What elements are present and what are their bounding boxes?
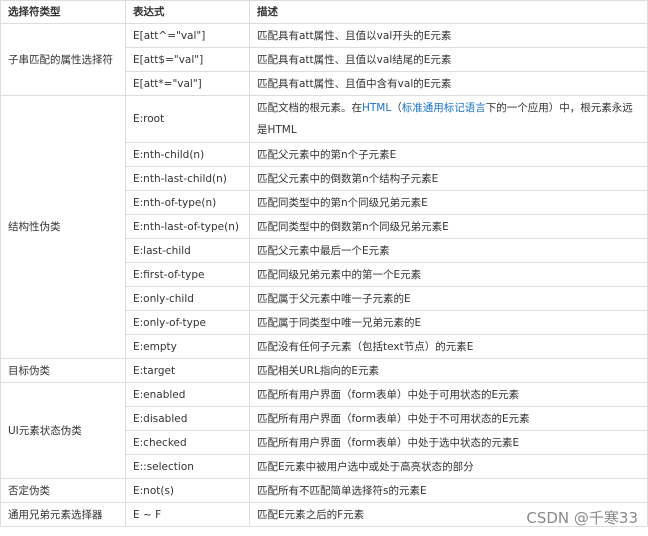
expression-cell: E:only-child	[125, 286, 250, 311]
selector-type-cell: 目标伪类	[0, 358, 126, 383]
expression-cell: E:last-child	[125, 238, 250, 263]
expression-cell: E ~ F	[125, 502, 250, 527]
expression-cell: E:nth-child(n)	[125, 142, 250, 167]
description-cell: 匹配E元素中被用户选中或处于高亮状态的部分	[249, 454, 648, 479]
expression-cell: E:enabled	[125, 382, 250, 407]
description-text: 匹配文档的根元素。在	[257, 102, 362, 114]
expression-cell: E:root	[125, 95, 250, 143]
table-row: UI元素状态伪类 E:enabled 匹配所有用户界面（form表单）中处于可用状态…	[0, 382, 648, 479]
expression-cell: E::selection	[125, 454, 250, 479]
selector-type-cell: 结构性伪类	[0, 95, 126, 359]
header-row: 选择符类型 表达式 描述	[0, 0, 648, 24]
expression-cell: E:nth-of-type(n)	[125, 190, 250, 215]
description-cell: 匹配具有att属性、且值中含有val的E元素	[249, 71, 648, 96]
table-row: 子串匹配的属性选择符 E[att^="val"] 匹配具有att属性、且值以val开…	[0, 23, 648, 96]
description-text: （	[391, 102, 402, 114]
table-row: 否定伪类 E:not(s) 匹配所有不匹配简单选择符s的元素E	[0, 478, 648, 503]
description-cell: 匹配属于同类型中唯一兄弟元素的E	[249, 310, 648, 335]
description-cell: 匹配所有用户界面（form表单）中处于可用状态的E元素	[249, 382, 648, 407]
expression-cell: E:checked	[125, 430, 250, 455]
table-row: 结构性伪类 E:root 匹配文档的根元素。在HTML（标准通用标记语言下的一个应用…	[0, 95, 648, 359]
selector-type-cell: 子串匹配的属性选择符	[0, 23, 126, 96]
description-cell: 匹配相关URL指向的E元素	[249, 358, 648, 383]
header-selector-type: 选择符类型	[0, 0, 126, 24]
expression-cell: E:nth-last-child(n)	[125, 166, 250, 191]
description-cell: 匹配具有att属性、且值以val开头的E元素	[249, 23, 648, 48]
header-description: 描述	[249, 0, 648, 24]
sgml-link[interactable]: 标准通用标记语言	[402, 102, 486, 114]
expression-cell: E:first-of-type	[125, 262, 250, 287]
expression-cell: E:only-of-type	[125, 310, 250, 335]
description-cell: 匹配所有不匹配简单选择符s的元素E	[249, 478, 648, 503]
description-cell: 匹配同类型中的第n个同级兄弟元素E	[249, 190, 648, 215]
html-link[interactable]: HTML	[362, 102, 391, 114]
expression-cell: E[att$="val"]	[125, 47, 250, 72]
watermark: CSDN @千寒33	[526, 509, 638, 527]
selector-type-cell: UI元素状态伪类	[0, 382, 126, 479]
description-cell: 匹配没有任何子元素（包括text节点）的元素E	[249, 334, 648, 359]
description-cell: 匹配同类型中的倒数第n个同级兄弟元素E	[249, 214, 648, 239]
description-cell: 匹配同级兄弟元素中的第一个E元素	[249, 262, 648, 287]
table-body: 子串匹配的属性选择符 E[att^="val"] 匹配具有att属性、且值以val开…	[0, 23, 648, 527]
description-cell: 匹配所有用户界面（form表单）中处于不可用状态的E元素	[249, 406, 648, 431]
expression-cell: E:target	[125, 358, 250, 383]
expression-cell: E:disabled	[125, 406, 250, 431]
css-selector-table: 选择符类型 表达式 描述 子串匹配的属性选择符 E[att^="val"] 匹配具有…	[0, 0, 648, 527]
description-cell: 匹配父元素中的倒数第n个结构子元素E	[249, 166, 648, 191]
table-row: 目标伪类 E:target 匹配相关URL指向的E元素	[0, 358, 648, 383]
expression-cell: E[att^="val"]	[125, 23, 250, 48]
description-cell: 匹配父元素中最后一个E元素	[249, 238, 648, 263]
expression-cell: E:nth-last-of-type(n)	[125, 214, 250, 239]
description-cell: 匹配属于父元素中唯一子元素的E	[249, 286, 648, 311]
header-expression: 表达式	[125, 0, 250, 24]
selector-type-cell: 通用兄弟元素选择器	[0, 502, 126, 527]
description-cell: 匹配所有用户界面（form表单）中处于选中状态的元素E	[249, 430, 648, 455]
expression-cell: E[att*="val"]	[125, 71, 250, 96]
description-cell: 匹配父元素中的第n个子元素E	[249, 142, 648, 167]
description-cell: 匹配文档的根元素。在HTML（标准通用标记语言下的一个应用）中，根元素永远是HT…	[249, 95, 648, 143]
description-cell: 匹配具有att属性、且值以val结尾的E元素	[249, 47, 648, 72]
expression-cell: E:empty	[125, 334, 250, 359]
selector-type-cell: 否定伪类	[0, 478, 126, 503]
expression-cell: E:not(s)	[125, 478, 250, 503]
